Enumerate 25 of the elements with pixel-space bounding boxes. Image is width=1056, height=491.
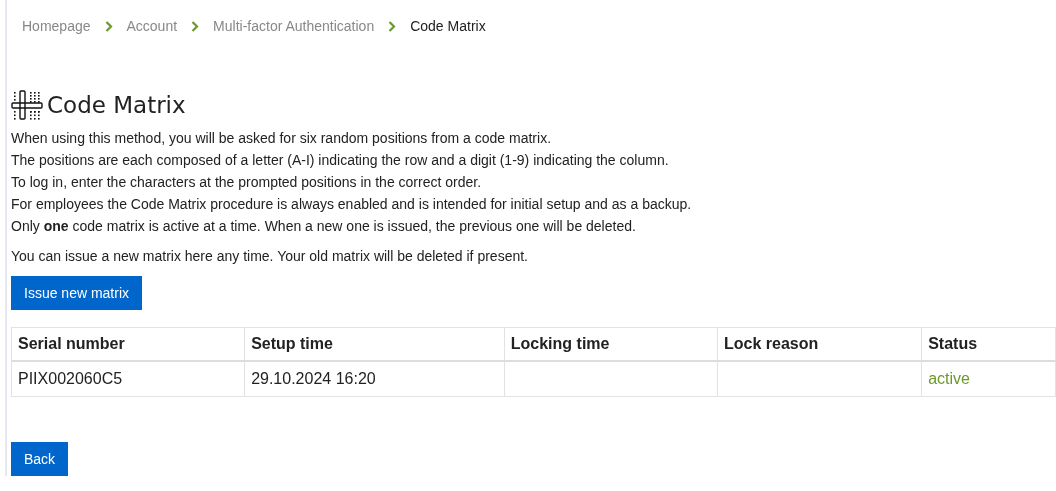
column-header: Locking time bbox=[504, 327, 718, 361]
back-button[interactable]: Back bbox=[11, 442, 69, 476]
column-header: Serial number bbox=[11, 327, 245, 361]
column-header: Status bbox=[921, 327, 1056, 361]
description-text: The positions are each composed of a letter (A-I) indicating the row and a digit (1-9) indicating the column. bbox=[11, 151, 670, 170]
breadcrumb-link[interactable]: Multi-factor Authentication bbox=[213, 18, 375, 34]
issue-note: You can issue a new matrix here any time. Your old matrix will be deleted if present. bbox=[11, 247, 529, 266]
chevron-icon bbox=[104, 20, 113, 32]
table-cell: 29.10.2024 16:20 bbox=[244, 361, 505, 397]
page-title: Code Matrix bbox=[47, 92, 186, 118]
status-cell: active bbox=[921, 361, 1056, 397]
breadcrumb-link[interactable]: Homepage bbox=[22, 18, 91, 34]
description-text: When using this method, you will be asked for six random positions from a code matrix. bbox=[11, 129, 553, 148]
matrix-icon bbox=[11, 89, 43, 121]
description-text: Only one code matrix is active at a time. When a new one is issued, the previous one will be deleted. bbox=[11, 217, 637, 236]
issue-button[interactable]: Issue new matrix bbox=[11, 276, 143, 310]
chevron-icon bbox=[388, 20, 397, 32]
column-header: Setup time bbox=[244, 327, 505, 361]
column-header: Lock reason bbox=[717, 327, 922, 361]
chevron-icon bbox=[191, 20, 200, 32]
breadcrumb-link[interactable]: Account bbox=[126, 18, 178, 34]
description-text: For employees the Code Matrix procedure is always enabled and is intended for initial setup and as a backup. bbox=[11, 195, 693, 214]
breadcrumb-current: Code Matrix bbox=[410, 18, 486, 34]
table-cell: PIIX002060C5 bbox=[11, 361, 245, 397]
description-text: To log in, enter the characters at the prompted positions in the correct order. bbox=[11, 173, 483, 192]
